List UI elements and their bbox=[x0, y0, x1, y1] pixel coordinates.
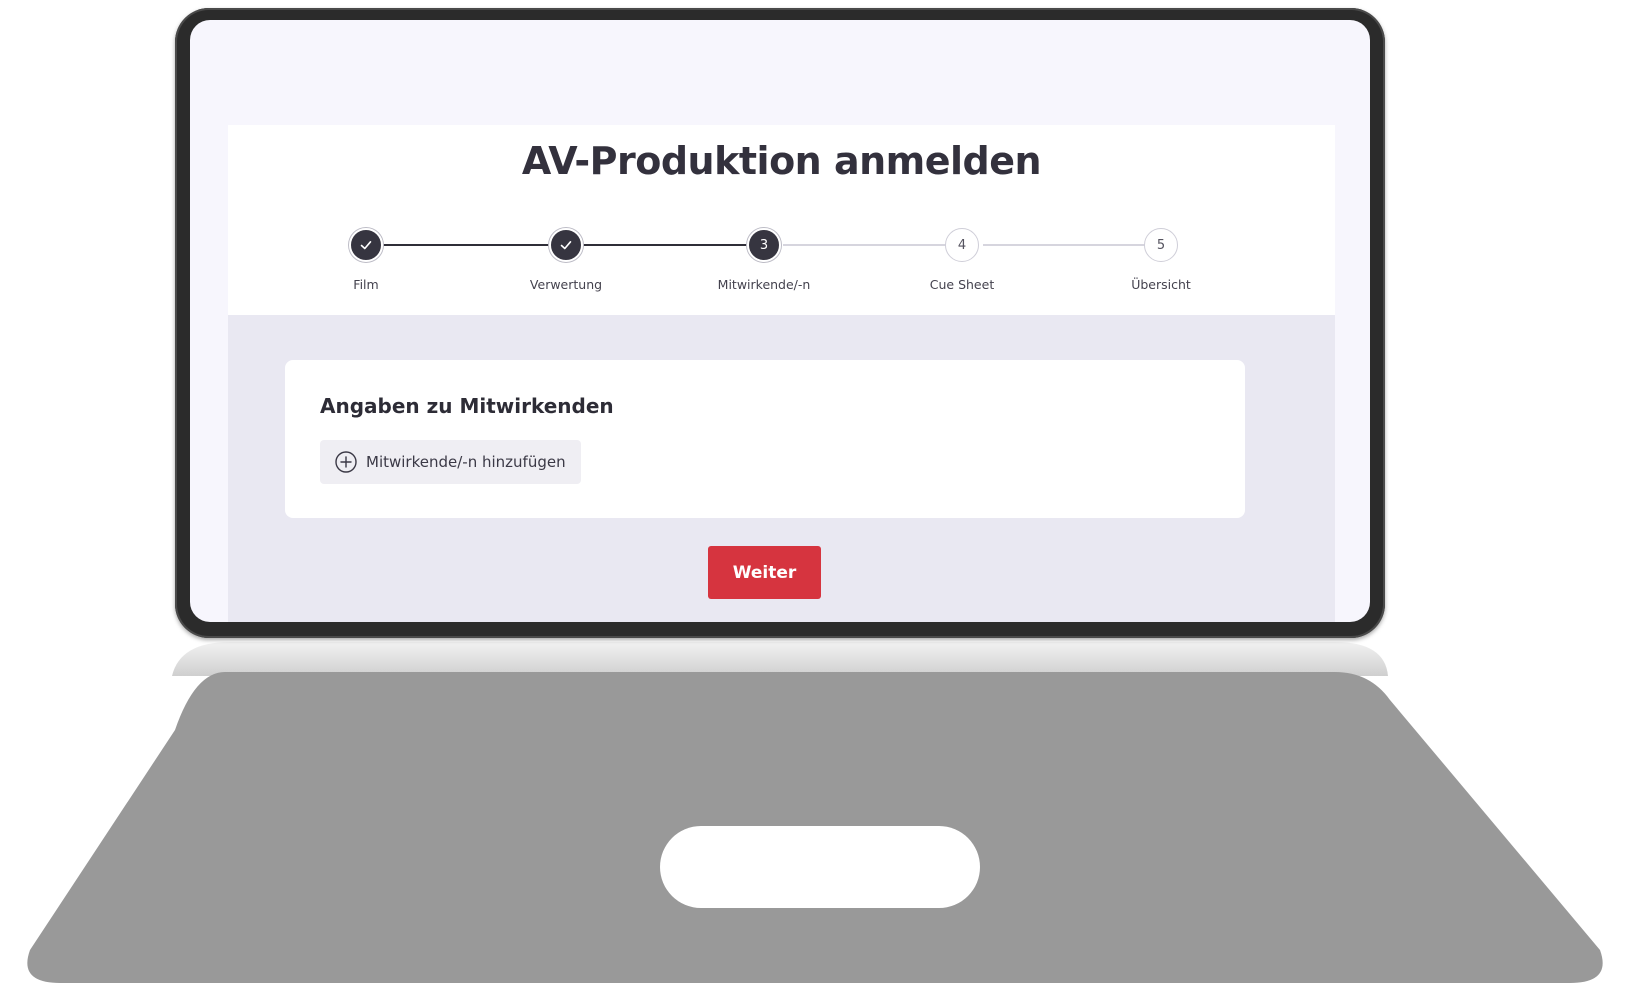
card-title: Angaben zu Mitwirkenden bbox=[320, 394, 614, 418]
laptop-touchpad bbox=[660, 826, 980, 908]
step-3-label: Mitwirkende/-n bbox=[717, 277, 811, 292]
contributors-card: Angaben zu Mitwirkenden Mitwirkende/-n h… bbox=[285, 360, 1245, 518]
step-1-circle[interactable] bbox=[349, 228, 383, 262]
step-3-circle: 3 bbox=[747, 228, 781, 262]
add-contributor-label: Mitwirkende/-n hinzufügen bbox=[366, 453, 566, 471]
check-icon bbox=[360, 241, 372, 250]
step-connector-4 bbox=[983, 244, 1168, 246]
step-connector-2 bbox=[583, 244, 768, 246]
step-2-label: Verwertung bbox=[529, 277, 603, 292]
step-connector-3 bbox=[783, 244, 968, 246]
header-panel: AV-Produktion anmelden Film Verwertung 3… bbox=[228, 125, 1335, 315]
step-connector-1 bbox=[383, 244, 568, 246]
content-panel: Angaben zu Mitwirkenden Mitwirkende/-n h… bbox=[228, 315, 1335, 622]
step-2-circle[interactable] bbox=[549, 228, 583, 262]
progress-stepper: Film Verwertung 3 Mitwirkende/-n 4 Cue S… bbox=[228, 125, 1335, 315]
step-5-label: Übersicht bbox=[1131, 277, 1191, 292]
step-4-label: Cue Sheet bbox=[929, 277, 995, 292]
laptop-hinge bbox=[172, 642, 1388, 676]
next-button[interactable]: Weiter bbox=[708, 546, 821, 599]
stage: AV-Produktion anmelden Film Verwertung 3… bbox=[0, 0, 1635, 983]
check-icon bbox=[560, 241, 572, 250]
plus-circle-icon bbox=[335, 451, 357, 473]
add-contributor-button[interactable]: Mitwirkende/-n hinzufügen bbox=[320, 440, 581, 484]
step-4-circle: 4 bbox=[945, 228, 979, 262]
step-1-label: Film bbox=[353, 277, 379, 292]
laptop-screen: AV-Produktion anmelden Film Verwertung 3… bbox=[190, 20, 1370, 622]
step-5-circle: 5 bbox=[1144, 228, 1178, 262]
